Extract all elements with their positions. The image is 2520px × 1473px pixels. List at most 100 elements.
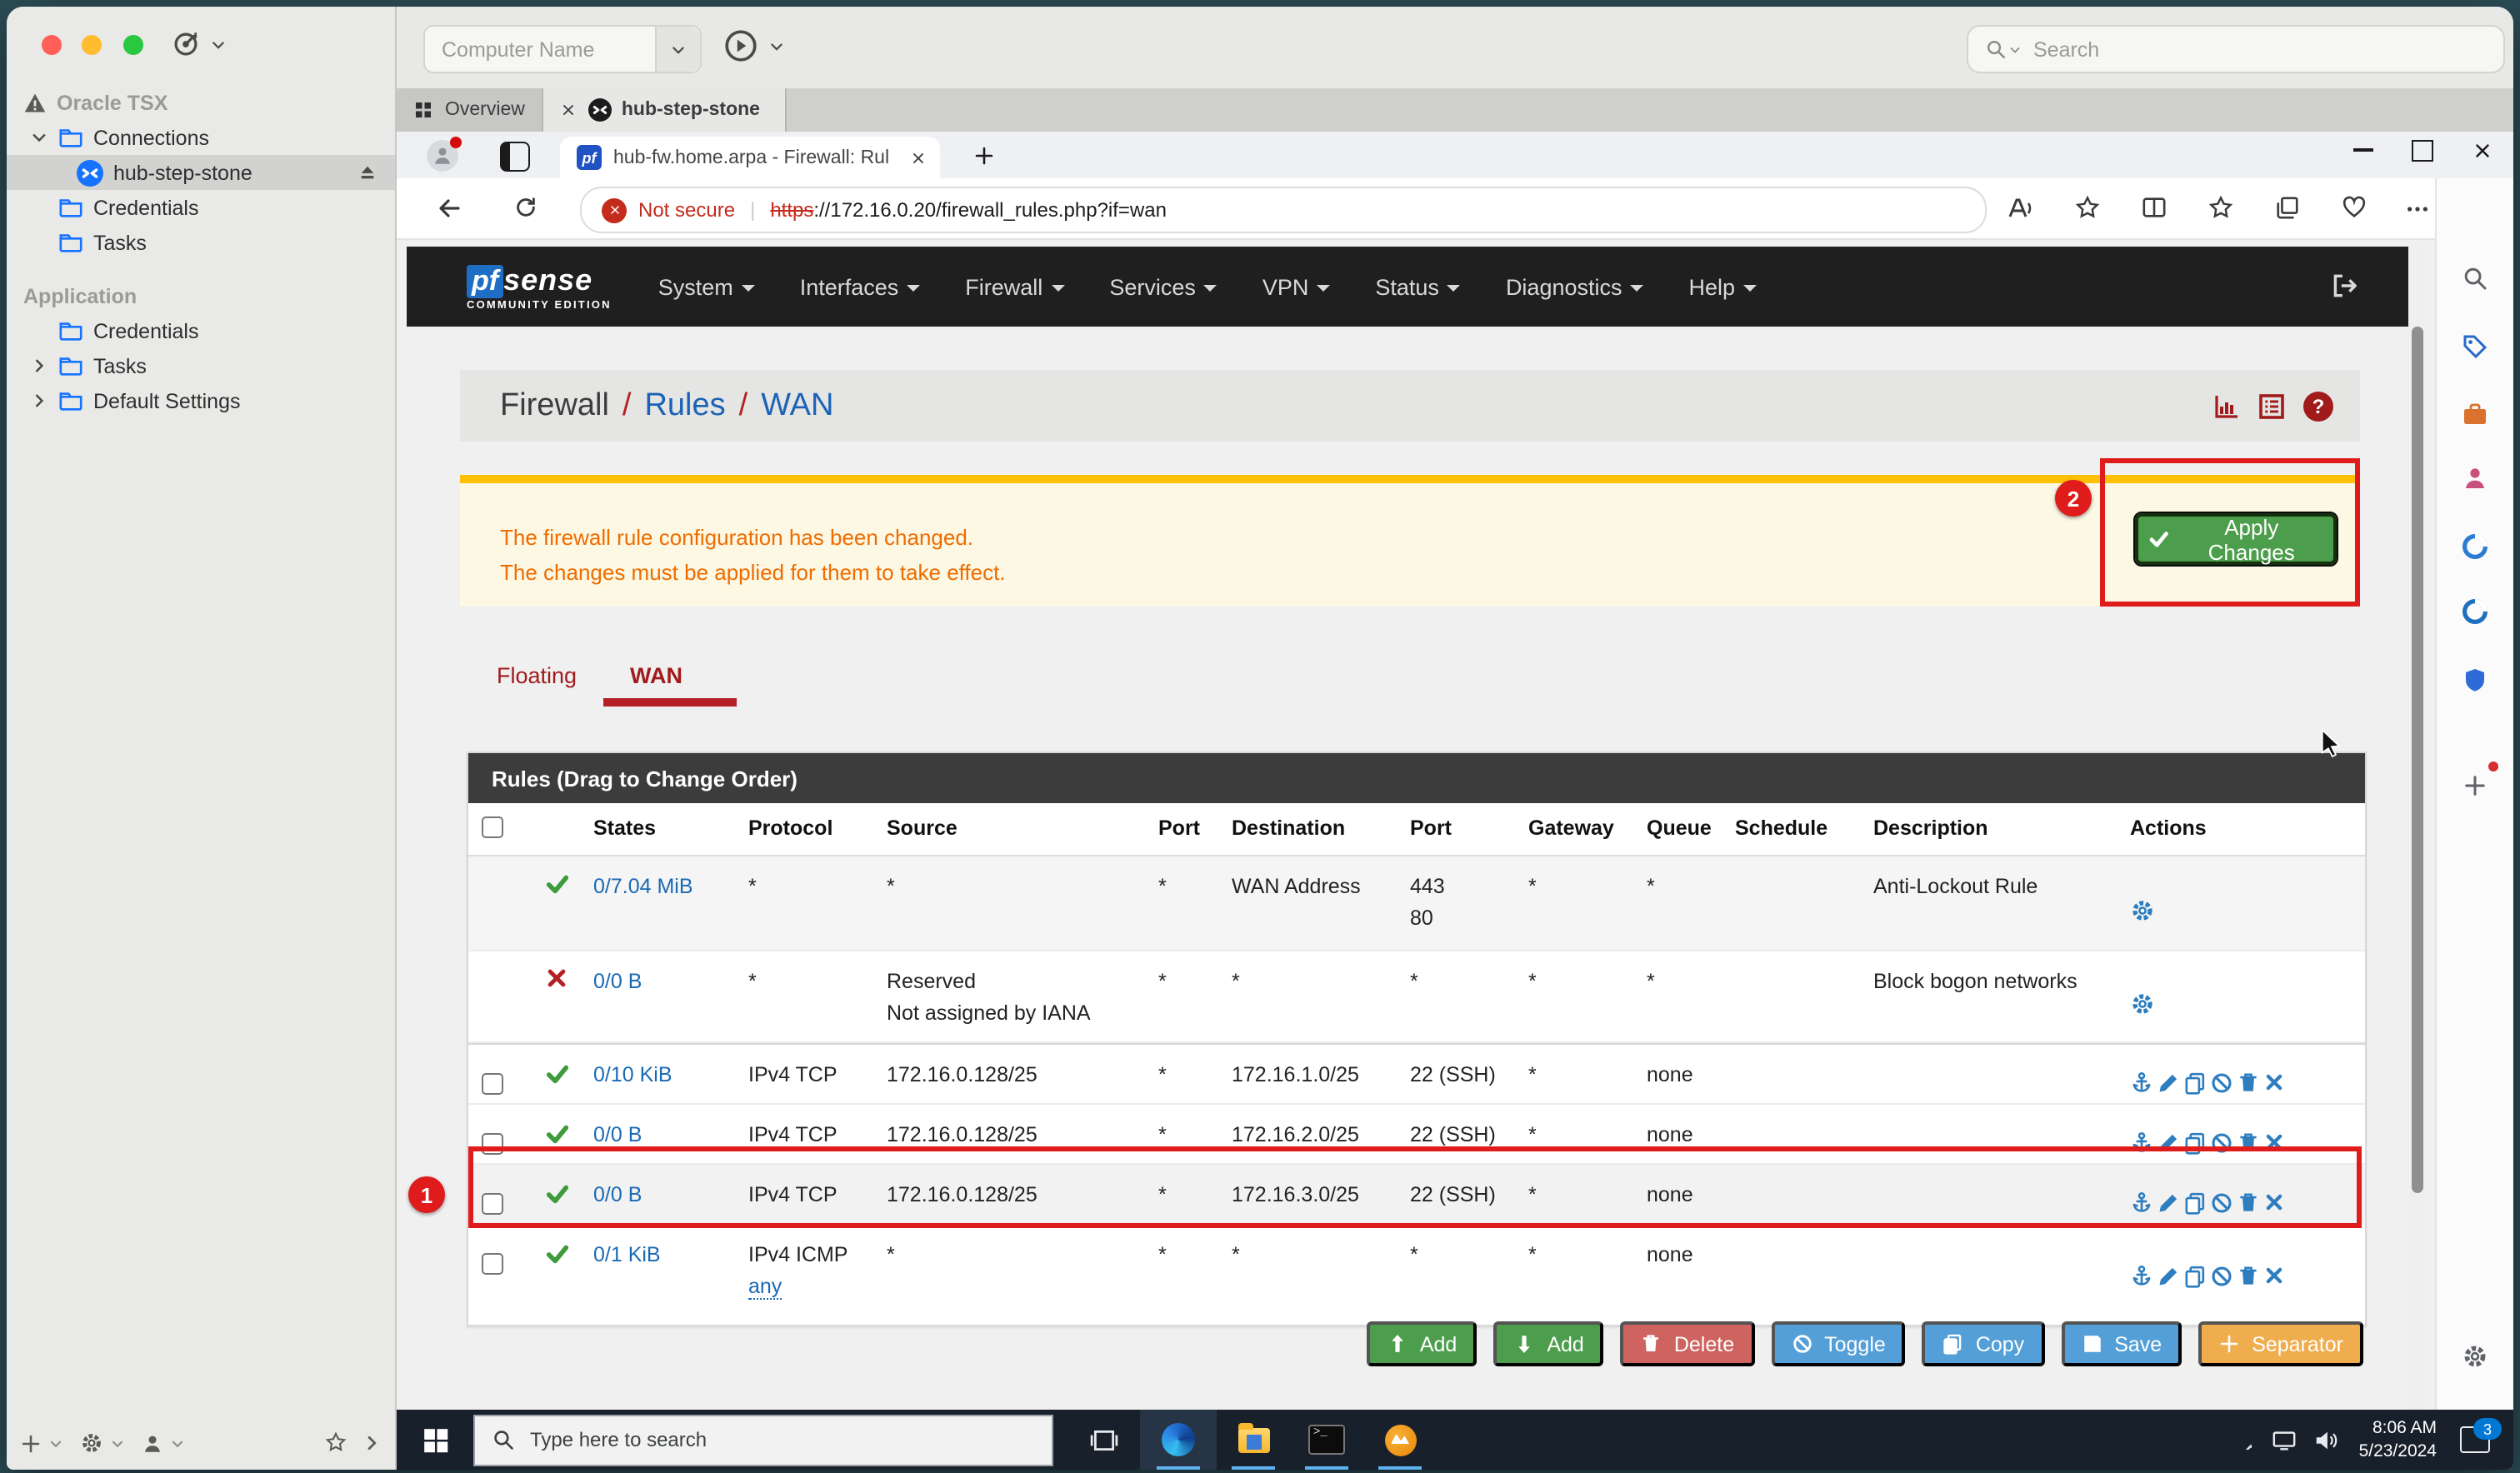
close-tab-icon[interactable]: [560, 102, 577, 118]
profile-avatar[interactable]: [427, 137, 462, 172]
edit-settings-gear-icon[interactable]: [2130, 898, 2155, 923]
states-link[interactable]: 0/10 KiB: [593, 1063, 672, 1086]
edit-settings-gear-icon[interactable]: [2130, 991, 2155, 1016]
states-link[interactable]: 0/0 B: [593, 1123, 642, 1146]
row-checkbox[interactable]: [482, 1253, 503, 1275]
maximize-icon[interactable]: [2412, 140, 2433, 162]
task-view-button[interactable]: [1067, 1410, 1140, 1470]
sidebar-item-app-tasks[interactable]: Tasks: [7, 348, 395, 383]
chevron-down-icon[interactable]: [48, 1436, 63, 1451]
run-session-button[interactable]: [723, 28, 785, 63]
volume-icon[interactable]: [2314, 1427, 2339, 1452]
close-window-icon[interactable]: [2472, 140, 2493, 162]
chevron-down-icon[interactable]: [30, 128, 48, 147]
tools-briefcase-icon[interactable]: [2462, 402, 2488, 428]
anchor-icon[interactable]: [2130, 1264, 2153, 1287]
delete-trash-icon[interactable]: [2237, 1191, 2260, 1214]
shopping-tag-icon[interactable]: [2462, 333, 2488, 360]
icmp-any-link[interactable]: any: [748, 1275, 782, 1301]
notification-center-button[interactable]: 3: [2460, 1418, 2502, 1453]
wallet-shield-icon[interactable]: [2462, 667, 2488, 693]
apply-changes-button[interactable]: Apply Changes: [2133, 512, 2338, 567]
add-separator-button[interactable]: Separator: [2198, 1321, 2363, 1366]
minimize-icon[interactable]: [2353, 148, 2373, 152]
disable-ban-icon[interactable]: [2210, 1131, 2233, 1154]
computer-name-dropdown[interactable]: [655, 27, 700, 72]
delete-x-icon[interactable]: [2263, 1265, 2285, 1286]
chevron-down-icon[interactable]: [768, 37, 785, 54]
delete-x-icon[interactable]: [2263, 1071, 2285, 1093]
add-connection-button[interactable]: [20, 1432, 42, 1454]
taskbar-clock[interactable]: 8:06 AM 5/23/2024: [2359, 1416, 2437, 1464]
delete-trash-icon[interactable]: [2237, 1131, 2260, 1154]
row-checkbox[interactable]: [482, 1073, 503, 1095]
edit-pencil-icon[interactable]: [2157, 1071, 2180, 1094]
tab-overview[interactable]: Overview: [397, 88, 543, 132]
sidebar-item-tasks[interactable]: Tasks: [7, 225, 395, 260]
browser-essentials-icon[interactable]: [2342, 195, 2367, 220]
anchor-icon[interactable]: [2130, 1131, 2153, 1154]
breadcrumb-wan-link[interactable]: WAN: [761, 387, 833, 424]
run-button[interactable]: [362, 1432, 382, 1452]
tab-wan[interactable]: WAN: [630, 663, 682, 688]
anchor-icon[interactable]: [2130, 1191, 2153, 1214]
display-icon[interactable]: [2272, 1427, 2298, 1452]
refresh-icon[interactable]: [513, 195, 538, 220]
favorites-star-button[interactable]: [325, 1431, 347, 1453]
sidebar-search-icon[interactable]: [2462, 265, 2488, 292]
row-checkbox[interactable]: [482, 1193, 503, 1215]
back-icon[interactable]: [437, 195, 463, 222]
sidebar-item-default-settings[interactable]: Default Settings: [7, 383, 395, 418]
people-icon[interactable]: [2462, 465, 2488, 492]
chevron-right-icon[interactable]: [30, 392, 48, 410]
m365-icon[interactable]: [2462, 533, 2488, 560]
save-rules-button[interactable]: Save: [2061, 1321, 2182, 1366]
delete-rules-button[interactable]: Delete: [1620, 1321, 1755, 1366]
table-row[interactable]: 0/7.04 MiB * * * WAN Address 443 80 * * A…: [468, 856, 2365, 951]
taskbar-file-explorer-button[interactable]: [1217, 1410, 1290, 1470]
states-chart-icon[interactable]: [2213, 393, 2240, 420]
chevron-right-icon[interactable]: [30, 357, 48, 375]
disable-ban-icon[interactable]: [2210, 1264, 2233, 1287]
outlook-icon[interactable]: [2462, 598, 2488, 625]
table-row[interactable]: 0/1 KiB IPv4 ICMP any * * * * * none: [468, 1225, 2365, 1311]
add-rule-top-button[interactable]: Add: [1366, 1321, 1478, 1366]
edit-pencil-icon[interactable]: [2157, 1131, 2180, 1154]
copy-icon[interactable]: [2183, 1071, 2207, 1094]
minimize-window-button[interactable]: [82, 35, 102, 55]
more-options-icon[interactable]: [2405, 197, 2430, 222]
anchor-icon[interactable]: [2130, 1071, 2153, 1094]
edit-pencil-icon[interactable]: [2157, 1191, 2180, 1214]
zoom-window-button[interactable]: [122, 35, 143, 55]
nav-help[interactable]: Help: [1689, 274, 1758, 299]
close-tab-icon[interactable]: [910, 149, 927, 166]
collections-icon[interactable]: [2275, 195, 2300, 220]
taskbar-search-input[interactable]: Type here to search: [473, 1414, 1053, 1466]
nav-firewall[interactable]: Firewall: [965, 274, 1065, 299]
copy-icon[interactable]: [2183, 1131, 2207, 1154]
nav-system[interactable]: System: [658, 274, 755, 299]
copy-icon[interactable]: [2183, 1264, 2207, 1287]
scrollbar-thumb[interactable]: [2412, 327, 2423, 1193]
nav-vpn[interactable]: VPN: [1262, 274, 1331, 299]
add-rule-bottom-button[interactable]: Add: [1493, 1321, 1604, 1366]
select-all-checkbox[interactable]: [482, 816, 503, 838]
tab-hub-step-stone[interactable]: hub-step-stone: [542, 88, 787, 132]
sidebar-item-app-credentials[interactable]: Credentials: [7, 313, 395, 348]
close-window-button[interactable]: [42, 35, 62, 55]
connect-button[interactable]: [172, 30, 227, 58]
read-aloud-icon[interactable]: [2007, 195, 2033, 222]
chevron-down-icon[interactable]: [170, 1436, 185, 1451]
favorite-star-icon[interactable]: [2075, 195, 2100, 220]
states-link[interactable]: 0/7.04 MiB: [593, 875, 693, 898]
logout-icon[interactable]: [2330, 272, 2358, 300]
app-search-input[interactable]: Search: [1967, 25, 2505, 73]
toggle-rules-button[interactable]: Toggle: [1771, 1321, 1906, 1366]
row-checkbox[interactable]: [482, 1133, 503, 1155]
sidebar-item-credentials[interactable]: Credentials: [7, 190, 395, 225]
edit-pencil-icon[interactable]: [2157, 1264, 2180, 1287]
disable-ban-icon[interactable]: [2210, 1071, 2233, 1094]
states-link[interactable]: 0/0 B: [593, 970, 642, 993]
page-scrollbar[interactable]: [2408, 247, 2427, 1410]
sidebar-item-connections[interactable]: Connections: [7, 120, 395, 155]
